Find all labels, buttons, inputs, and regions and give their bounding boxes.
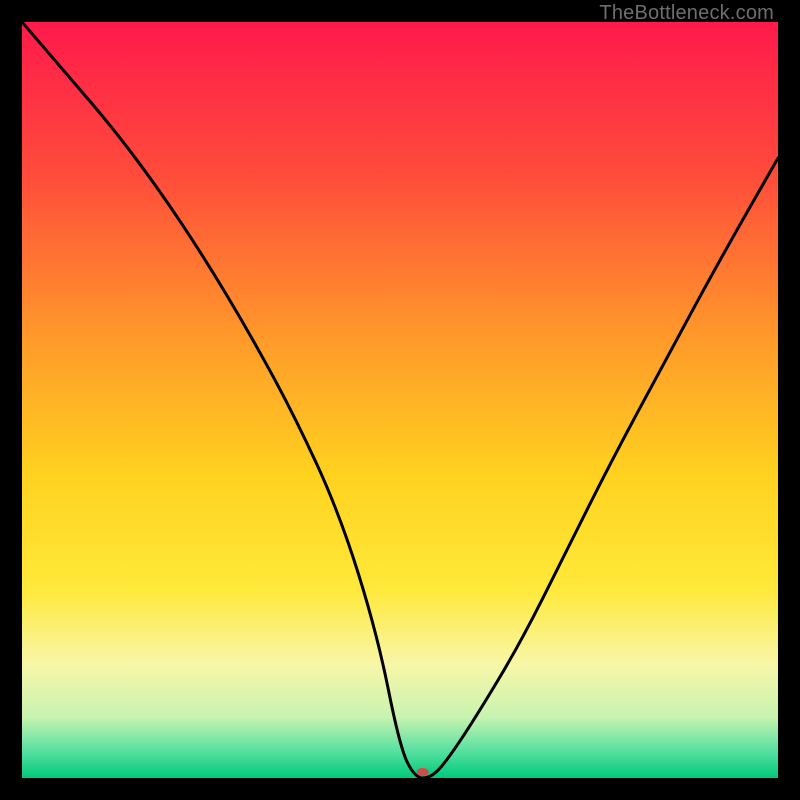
optimal-point-marker	[417, 768, 429, 776]
chart-frame	[22, 22, 778, 778]
gradient-background	[22, 22, 778, 778]
watermark-text: TheBottleneck.com	[599, 2, 774, 25]
bottleneck-chart	[22, 22, 778, 778]
